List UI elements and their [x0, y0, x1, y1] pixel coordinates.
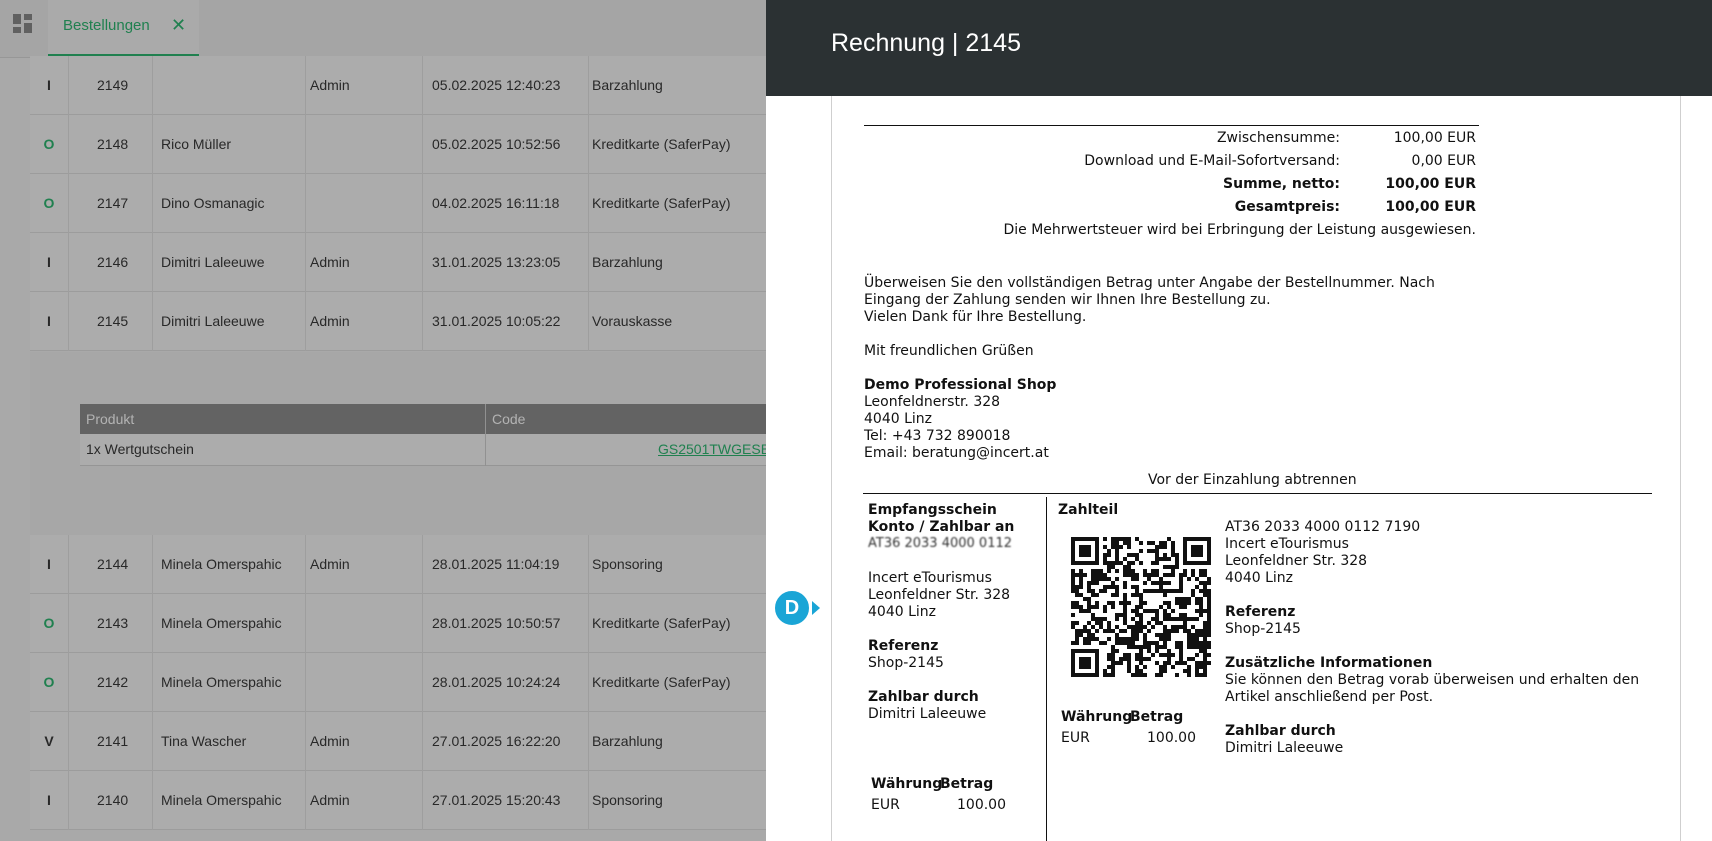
- net-label: Summe, netto:: [1223, 176, 1340, 192]
- transfer-text-2: Eingang der Zahlung senden wir Ihnen Ihr…: [864, 292, 1271, 308]
- payment-street: Leonfeldner Str. 328: [1225, 553, 1368, 569]
- subtotal-value: 100,00 EUR: [1393, 130, 1476, 146]
- receipt-ref-value: Shop-2145: [868, 655, 944, 671]
- payment-city: 4040 Linz: [1225, 570, 1293, 586]
- shop-street: Leonfeldnerstr. 328: [864, 394, 1001, 410]
- payment-amount: 100.00: [1147, 730, 1196, 746]
- payment-currency-label: Währung: [1061, 709, 1133, 725]
- receipt-recipient: Incert eTourismus: [868, 570, 992, 586]
- payment-iban: AT36 2033 4000 0112 7190: [1225, 519, 1421, 535]
- payment-payer-label: Zahlbar durch: [1225, 723, 1336, 739]
- thanks-text: Vielen Dank für Ihre Bestellung.: [864, 309, 1087, 325]
- drawer-body[interactable]: Zwischensumme: 100,00 EUR Download und E…: [766, 96, 1712, 841]
- receipt-title: Empfangsschein: [868, 502, 997, 518]
- greeting-text: Mit freundlichen Grüßen: [864, 343, 1034, 359]
- payment-info-line-2: Artikel anschließend per Post.: [1225, 689, 1434, 705]
- total-value: 100,00 EUR: [1385, 199, 1476, 215]
- receipt-amount: 100.00: [957, 797, 1006, 813]
- payment-info-label: Zusätzliche Informationen: [1225, 655, 1433, 671]
- receipt-payer-label: Zahlbar durch: [868, 689, 979, 705]
- net-value: 100,00 EUR: [1385, 176, 1476, 192]
- payment-currency: EUR: [1061, 730, 1090, 746]
- drawer-handle-badge[interactable]: D: [773, 589, 811, 627]
- detach-line: [863, 493, 1652, 494]
- receipt-city: 4040 Linz: [868, 604, 936, 620]
- subtotal-label: Zwischensumme:: [1216, 130, 1340, 146]
- payment-ref-value: Shop-2145: [1225, 621, 1301, 637]
- payment-info-line-1: Sie können den Betrag vorab überweisen u…: [1225, 672, 1640, 688]
- qr-code-icon: [1071, 537, 1211, 677]
- shop-email: Email: beratung@incert.at: [864, 445, 1049, 461]
- transfer-text-1: Überweisen Sie den vollständigen Betrag …: [864, 275, 1435, 291]
- receipt-street: Leonfeldner Str. 328: [868, 587, 1011, 603]
- totals-divider: [864, 125, 1479, 126]
- total-label: Gesamtpreis:: [1234, 199, 1340, 215]
- payment-part-title: Zahlteil: [1058, 502, 1119, 518]
- vat-note: Die Mehrwertsteuer wird bei Erbringung d…: [1003, 222, 1476, 238]
- shop-city: 4040 Linz: [864, 411, 932, 427]
- shipping-label: Download und E-Mail-Sofortversand:: [1084, 153, 1340, 169]
- detach-note: Vor der Einzahlung abtrennen: [1148, 472, 1357, 488]
- receipt-payer-value: Dimitri Laleeuwe: [868, 706, 987, 722]
- receipt-currency-label: Währung: [871, 776, 943, 792]
- receipt-iban: AT36 2033 4000 0112: [868, 536, 1013, 551]
- shipping-value: 0,00 EUR: [1411, 153, 1476, 169]
- invoice-document: Zwischensumme: 100,00 EUR Download und E…: [831, 96, 1681, 841]
- shop-phone: Tel: +43 732 890018: [864, 428, 1011, 444]
- drawer-header: Rechnung | 2145: [766, 0, 1712, 96]
- receipt-ref-label: Referenz: [868, 638, 939, 654]
- payment-ref-label: Referenz: [1225, 604, 1296, 620]
- shop-name: Demo Professional Shop: [864, 377, 1057, 393]
- payment-recipient: Incert eTourismus: [1225, 536, 1349, 552]
- caret-right-icon: [812, 601, 820, 615]
- receipt-currency: EUR: [871, 797, 900, 813]
- invoice-drawer: Rechnung | 2145 Zwischensumme: 100,00 EU…: [766, 0, 1712, 841]
- payment-amount-label: Betrag: [1130, 709, 1184, 725]
- receipt-amount-label: Betrag: [940, 776, 994, 792]
- drawer-title: Rechnung | 2145: [831, 29, 1021, 57]
- slip-divider: [1046, 497, 1047, 841]
- receipt-account-label: Konto / Zahlbar an: [868, 519, 1015, 535]
- payment-payer-value: Dimitri Laleeuwe: [1225, 740, 1344, 756]
